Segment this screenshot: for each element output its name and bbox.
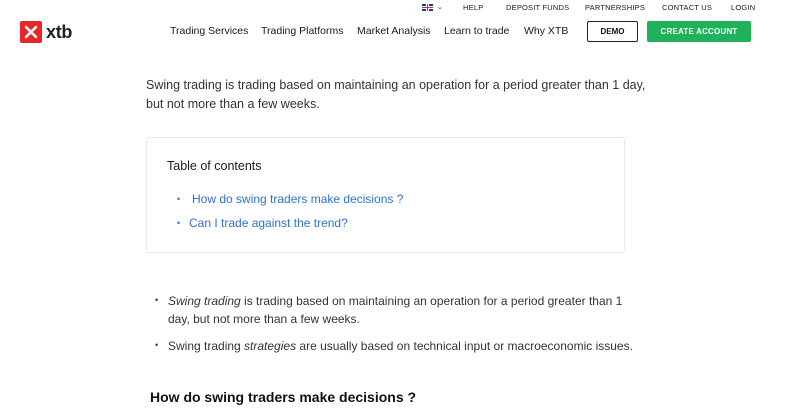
intro-paragraph: Swing trading is trading based on mainta… (146, 78, 646, 111)
section-heading: How do swing traders make decisions ? (150, 389, 417, 405)
demo-button[interactable]: DEMO (587, 21, 638, 42)
xtb-logo-icon (20, 21, 42, 43)
login-link[interactable]: LOGIN (731, 3, 755, 12)
bullet-icon: • (155, 340, 159, 350)
logo-text: xtb (46, 21, 73, 42)
help-link[interactable]: HELP (463, 3, 483, 12)
nav-market-analysis[interactable]: Market Analysis (357, 25, 431, 37)
contact-us-link[interactable]: CONTACT US (662, 3, 712, 12)
chevron-down-icon[interactable]: ⌄ (437, 3, 443, 11)
nav-trading-services[interactable]: Trading Services (170, 25, 248, 37)
toc-bullet-icon: • (177, 194, 181, 204)
emphasis-text: Swing trading (168, 294, 241, 308)
nav-trading-platforms[interactable]: Trading Platforms (261, 25, 343, 37)
nav-why-xtb[interactable]: Why XTB (524, 25, 568, 37)
list-item: Swing trading is trading based on mainta… (168, 292, 638, 328)
xtb-logo[interactable]: xtb (20, 21, 72, 43)
partnerships-link[interactable]: PARTNERSHIPS (585, 3, 645, 12)
create-account-button[interactable]: CREATE ACCOUNT (647, 21, 751, 42)
uk-flag-icon[interactable] (422, 4, 433, 11)
nav-learn-to-trade[interactable]: Learn to trade (444, 25, 509, 37)
utility-bar: ⌄ HELP DEPOSIT FUNDS PARTNERSHIPS CONTAC… (0, 0, 800, 16)
list-item-text: are usually based on technical input or … (296, 339, 633, 353)
list-item: Swing trading strategies are usually bas… (168, 337, 638, 355)
table-of-contents: Table of contents • How do swing traders… (146, 137, 625, 253)
bullet-icon: • (155, 295, 159, 305)
deposit-funds-link[interactable]: DEPOSIT FUNDS (506, 3, 569, 12)
toc-link-against-trend[interactable]: Can I trade against the trend? (189, 216, 348, 230)
emphasis-text: strategies (244, 339, 297, 353)
toc-bullet-icon: • (177, 218, 181, 228)
list-item-text: Swing trading (168, 339, 245, 353)
toc-link-decisions[interactable]: How do swing traders make decisions ? (192, 192, 403, 206)
toc-title: Table of contents (167, 159, 262, 173)
